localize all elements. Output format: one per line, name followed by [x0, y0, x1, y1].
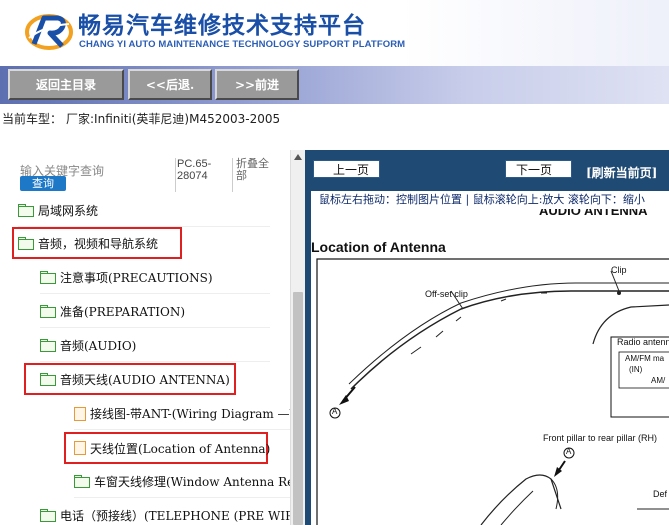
- marker-a-left: A: [332, 407, 338, 416]
- tree-item-label: 接线图-带ANT-(Wiring Diagram —W: [90, 407, 302, 421]
- tree-item-label: 车窗天线修理(Window Antenna Rep: [94, 475, 302, 489]
- pc-info: PC.65-28074: [177, 158, 212, 182]
- app-subtitle: CHANG YI AUTO MAINTENANCE TECHNOLOGY SUP…: [79, 39, 406, 50]
- tree-item[interactable]: 天线位置(Location of Antenna): [64, 432, 271, 464]
- tree-item-label: 准备(PREPARATION): [60, 305, 185, 319]
- label-radio-antenna: Radio antenna: [617, 337, 669, 347]
- fold-all-button[interactable]: 折叠全部: [236, 158, 276, 182]
- refresh-button[interactable]: [刷新当前页]: [586, 164, 657, 181]
- back-button[interactable]: <<后退.: [128, 69, 212, 100]
- search-button[interactable]: 查询: [20, 176, 66, 191]
- tree-item[interactable]: 音频，视频和导航系统: [12, 227, 182, 259]
- viewer-hint: 鼠标左右拖动：控制图片位置 | 鼠标滚轮向上:放大 滚轮向下：缩小: [311, 191, 669, 209]
- main-toolbar: 返回主目录 <<后退. >>前进: [0, 66, 669, 104]
- tree-item[interactable]: 准备(PREPARATION): [40, 296, 270, 328]
- folder-icon: [18, 204, 34, 217]
- forward-button[interactable]: >>前进: [215, 69, 299, 100]
- prev-page-button[interactable]: 上一页: [313, 160, 380, 328]
- tree-item[interactable]: 电话（预接线）(TELEPHONE (PRE WIR: [40, 500, 294, 525]
- tree-item[interactable]: 接线图-带ANT-(Wiring Diagram —W: [74, 398, 302, 430]
- label-def: Def: [653, 489, 668, 499]
- divider: [175, 158, 176, 192]
- page-icon: [74, 441, 86, 455]
- app-header: 畅易汽车维修技术支持平台 CHANG YI AUTO MAINTENANCE T…: [0, 0, 669, 66]
- logo-icon: [25, 14, 73, 50]
- tree-item-label: 音频天线(AUDIO ANTENNA): [60, 372, 230, 387]
- label-am: AM/: [651, 376, 666, 385]
- tree-scrollbar[interactable]: [290, 150, 305, 525]
- current-model: 当前车型： 厂家:Infiniti(英菲尼迪)M452003-2005: [0, 104, 669, 150]
- label-amfm-main: AM/FM ma: [625, 354, 665, 363]
- next-page-label: 下一页: [516, 162, 553, 177]
- tree-item[interactable]: 局域网系统: [18, 195, 270, 227]
- antenna-diagram: [316, 258, 669, 525]
- tree-item[interactable]: 音频(AUDIO): [40, 330, 270, 362]
- model-value: 厂家:Infiniti(英菲尼迪)M452003-2005: [66, 112, 281, 126]
- tree-item[interactable]: 注意事项(PRECAUTIONS): [40, 262, 270, 294]
- folder-icon: [74, 475, 90, 488]
- folder-icon: [40, 339, 56, 352]
- marker-a-bottom: A: [566, 447, 572, 456]
- tree-item-label: 注意事项(PRECAUTIONS): [60, 271, 213, 285]
- home-button[interactable]: 返回主目录: [8, 69, 124, 100]
- folder-icon: [18, 236, 34, 250]
- tree-item-label: 音频，视频和导航系统: [38, 236, 159, 251]
- next-page-button[interactable]: 下一页: [505, 160, 572, 178]
- document-viewer: 上一页 下一页 [刷新当前页] 鼠标左右拖动：控制图片位置 | 鼠标滚轮向上:放…: [305, 150, 669, 525]
- document-page[interactable]: AUDIO ANTENNA Location of Antenna Clip O…: [311, 209, 669, 525]
- page-icon: [74, 406, 86, 421]
- tree-item-label: 音频(AUDIO): [60, 339, 137, 353]
- scroll-up-icon[interactable]: [294, 154, 302, 160]
- folder-icon: [40, 509, 56, 522]
- divider: [232, 158, 233, 192]
- folder-icon: [40, 305, 56, 318]
- label-clip: Clip: [611, 265, 627, 275]
- model-label: 当前车型：: [2, 112, 63, 126]
- scrollbar-thumb[interactable]: [293, 292, 303, 525]
- label-in: (IN): [629, 365, 643, 374]
- tree-item-label: 天线位置(Location of Antenna): [90, 441, 271, 456]
- tree-panel: 输入关键字查询 查询 PC.65-28074 折叠全部 局域网系统 音频，视频和…: [0, 150, 305, 525]
- tree-item[interactable]: 车窗天线修理(Window Antenna Rep: [74, 466, 302, 498]
- tree-item-label: 电话（预接线）(TELEPHONE (PRE WIR: [60, 509, 295, 523]
- folder-icon: [40, 271, 56, 284]
- label-front-pillar: Front pillar to rear pillar (RH): [543, 433, 658, 443]
- prev-page-label: 上一页: [333, 162, 370, 177]
- app-title: 畅易汽车维修技术支持平台: [78, 13, 366, 39]
- folder-icon: [40, 372, 56, 386]
- label-offset-clip: Off-set clip: [425, 289, 468, 299]
- tree-item[interactable]: 音频天线(AUDIO ANTENNA): [24, 363, 236, 395]
- tree-item-label: 局域网系统: [38, 204, 99, 218]
